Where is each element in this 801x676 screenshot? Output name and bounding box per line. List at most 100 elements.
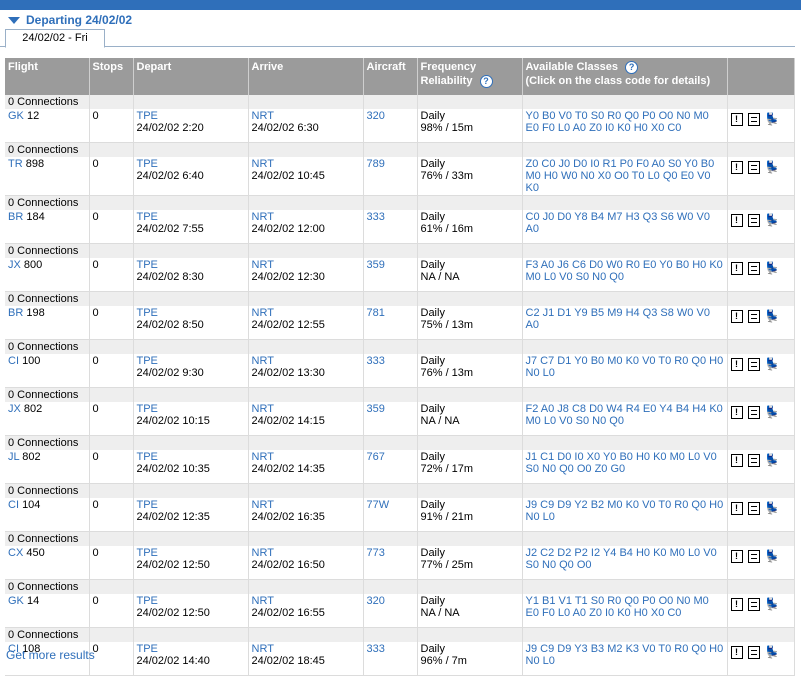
seat-icon[interactable]: 💺 (765, 358, 780, 370)
seat-icon[interactable]: 💺 (765, 502, 780, 514)
depart-airport[interactable]: TPE (137, 307, 158, 319)
arrive-airport[interactable]: NRT (252, 158, 274, 170)
airline-code[interactable]: JX (8, 259, 21, 271)
arrive-airport[interactable]: NRT (252, 547, 274, 559)
document-icon[interactable] (747, 502, 760, 515)
exclamation-icon[interactable]: ! (730, 161, 743, 174)
arrive-airport[interactable]: NRT (252, 499, 274, 511)
depart-airport[interactable]: TPE (137, 403, 158, 415)
airline-code[interactable]: JX (8, 403, 21, 415)
document-icon[interactable] (747, 406, 760, 419)
seat-icon[interactable]: 💺 (765, 214, 780, 226)
available-classes[interactable]: Y0 B0 V0 T0 S0 R0 Q0 P0 O0 N0 M0 E0 F0 L… (522, 109, 728, 143)
depart-airport[interactable]: TPE (137, 259, 158, 271)
available-classes[interactable]: C2 J1 D1 Y9 B5 M9 H4 Q3 S8 W0 V0 A0 (522, 306, 728, 340)
seat-icon[interactable]: 💺 (765, 646, 780, 658)
available-classes[interactable]: J2 C2 D2 P2 I2 Y4 B4 H0 K0 M0 L0 V0 S0 N… (522, 546, 728, 580)
exclamation-icon[interactable]: ! (730, 214, 743, 227)
available-classes[interactable]: F3 A0 J6 C6 D0 W0 R0 E0 Y0 B0 H0 K0 M0 L… (522, 258, 728, 292)
aircraft-code[interactable]: 359 (367, 403, 385, 415)
seat-icon[interactable]: 💺 (765, 598, 780, 610)
arrive-airport[interactable]: NRT (252, 643, 274, 655)
available-classes[interactable]: F2 A0 J8 C8 D0 W4 R4 E0 Y4 B4 H4 K0 M0 L… (522, 402, 728, 436)
tab-date[interactable]: 24/02/02 - Fri (5, 29, 105, 48)
airline-code[interactable]: CI (8, 499, 19, 511)
arrive-airport[interactable]: NRT (252, 451, 274, 463)
exclamation-icon[interactable]: ! (730, 262, 743, 275)
airline-code[interactable]: CX (8, 547, 23, 559)
document-icon[interactable] (747, 454, 760, 467)
airline-code[interactable]: TR (8, 158, 23, 170)
airline-code[interactable]: BR (8, 211, 23, 223)
help-icon[interactable]: ? (625, 61, 639, 74)
exclamation-icon[interactable]: ! (730, 406, 743, 419)
exclamation-icon[interactable]: ! (730, 113, 743, 126)
airline-code[interactable]: CI (8, 355, 19, 367)
available-classes[interactable]: Y1 B1 V1 T1 S0 R0 Q0 P0 O0 N0 M0 E0 F0 L… (522, 594, 728, 628)
collapse-triangle-icon[interactable] (8, 16, 20, 24)
aircraft-code[interactable]: 359 (367, 259, 385, 271)
depart-airport[interactable]: TPE (137, 499, 158, 511)
exclamation-icon[interactable]: ! (730, 598, 743, 611)
seat-icon[interactable]: 💺 (765, 454, 780, 466)
document-icon[interactable] (747, 598, 760, 611)
available-classes[interactable]: J9 C9 D9 Y3 B3 M2 K3 V0 T0 R0 Q0 H0 N0 L… (522, 642, 728, 676)
exclamation-icon[interactable]: ! (730, 358, 743, 371)
aircraft-code[interactable]: 333 (367, 211, 385, 223)
arrive-airport[interactable]: NRT (252, 307, 274, 319)
exclamation-icon[interactable]: ! (730, 310, 743, 323)
available-classes[interactable]: J1 C1 D0 I0 X0 Y0 B0 H0 K0 M0 L0 V0 S0 N… (522, 450, 728, 484)
arrive-airport[interactable]: NRT (252, 211, 274, 223)
arrive-airport[interactable]: NRT (252, 355, 274, 367)
document-icon[interactable] (747, 310, 760, 323)
available-classes[interactable]: Z0 C0 J0 D0 I0 R1 P0 F0 A0 S0 Y0 B0 M0 H… (522, 157, 728, 196)
depart-airport[interactable]: TPE (137, 547, 158, 559)
seat-icon[interactable]: 💺 (765, 113, 780, 125)
aircraft-code[interactable]: 773 (367, 547, 385, 559)
document-icon[interactable] (747, 358, 760, 371)
exclamation-icon[interactable]: ! (730, 646, 743, 659)
document-icon[interactable] (747, 161, 760, 174)
seat-icon[interactable]: 💺 (765, 406, 780, 418)
document-icon[interactable] (747, 646, 760, 659)
aircraft-code[interactable]: 320 (367, 110, 385, 122)
depart-airport[interactable]: TPE (137, 355, 158, 367)
aircraft-code[interactable]: 77W (367, 499, 390, 511)
aircraft-code[interactable]: 333 (367, 643, 385, 655)
exclamation-icon[interactable]: ! (730, 454, 743, 467)
arrive-airport[interactable]: NRT (252, 110, 274, 122)
airline-code[interactable]: JL (8, 451, 19, 463)
aircraft-code[interactable]: 789 (367, 158, 385, 170)
document-icon[interactable] (747, 214, 760, 227)
departing-header[interactable]: Departing 24/02/02 (8, 12, 132, 28)
available-classes[interactable]: C0 J0 D0 Y8 B4 M7 H3 Q3 S6 W0 V0 A0 (522, 210, 728, 244)
depart-airport[interactable]: TPE (137, 451, 158, 463)
airline-code[interactable]: GK (8, 110, 24, 122)
aircraft-code[interactable]: 320 (367, 595, 385, 607)
document-icon[interactable] (747, 113, 760, 126)
exclamation-icon[interactable]: ! (730, 502, 743, 515)
seat-icon[interactable]: 💺 (765, 161, 780, 173)
airline-code[interactable]: GK (8, 595, 24, 607)
seat-icon[interactable]: 💺 (765, 550, 780, 562)
depart-airport[interactable]: TPE (137, 110, 158, 122)
depart-airport[interactable]: TPE (137, 595, 158, 607)
aircraft-code[interactable]: 767 (367, 451, 385, 463)
arrive-airport[interactable]: NRT (252, 595, 274, 607)
help-icon[interactable]: ? (479, 75, 493, 88)
depart-airport[interactable]: TPE (137, 158, 158, 170)
get-more-results-link[interactable]: Get more results (6, 648, 95, 662)
depart-airport[interactable]: TPE (137, 211, 158, 223)
airline-code[interactable]: BR (8, 307, 23, 319)
document-icon[interactable] (747, 550, 760, 563)
depart-airport[interactable]: TPE (137, 643, 158, 655)
arrive-airport[interactable]: NRT (252, 259, 274, 271)
exclamation-icon[interactable]: ! (730, 550, 743, 563)
document-icon[interactable] (747, 262, 760, 275)
available-classes[interactable]: J7 C7 D1 Y0 B0 M0 K0 V0 T0 R0 Q0 H0 N0 L… (522, 354, 728, 388)
available-classes[interactable]: J9 C9 D9 Y2 B2 M0 K0 V0 T0 R0 Q0 H0 N0 L… (522, 498, 728, 532)
arrive-airport[interactable]: NRT (252, 403, 274, 415)
seat-icon[interactable]: 💺 (765, 310, 780, 322)
aircraft-code[interactable]: 781 (367, 307, 385, 319)
aircraft-code[interactable]: 333 (367, 355, 385, 367)
